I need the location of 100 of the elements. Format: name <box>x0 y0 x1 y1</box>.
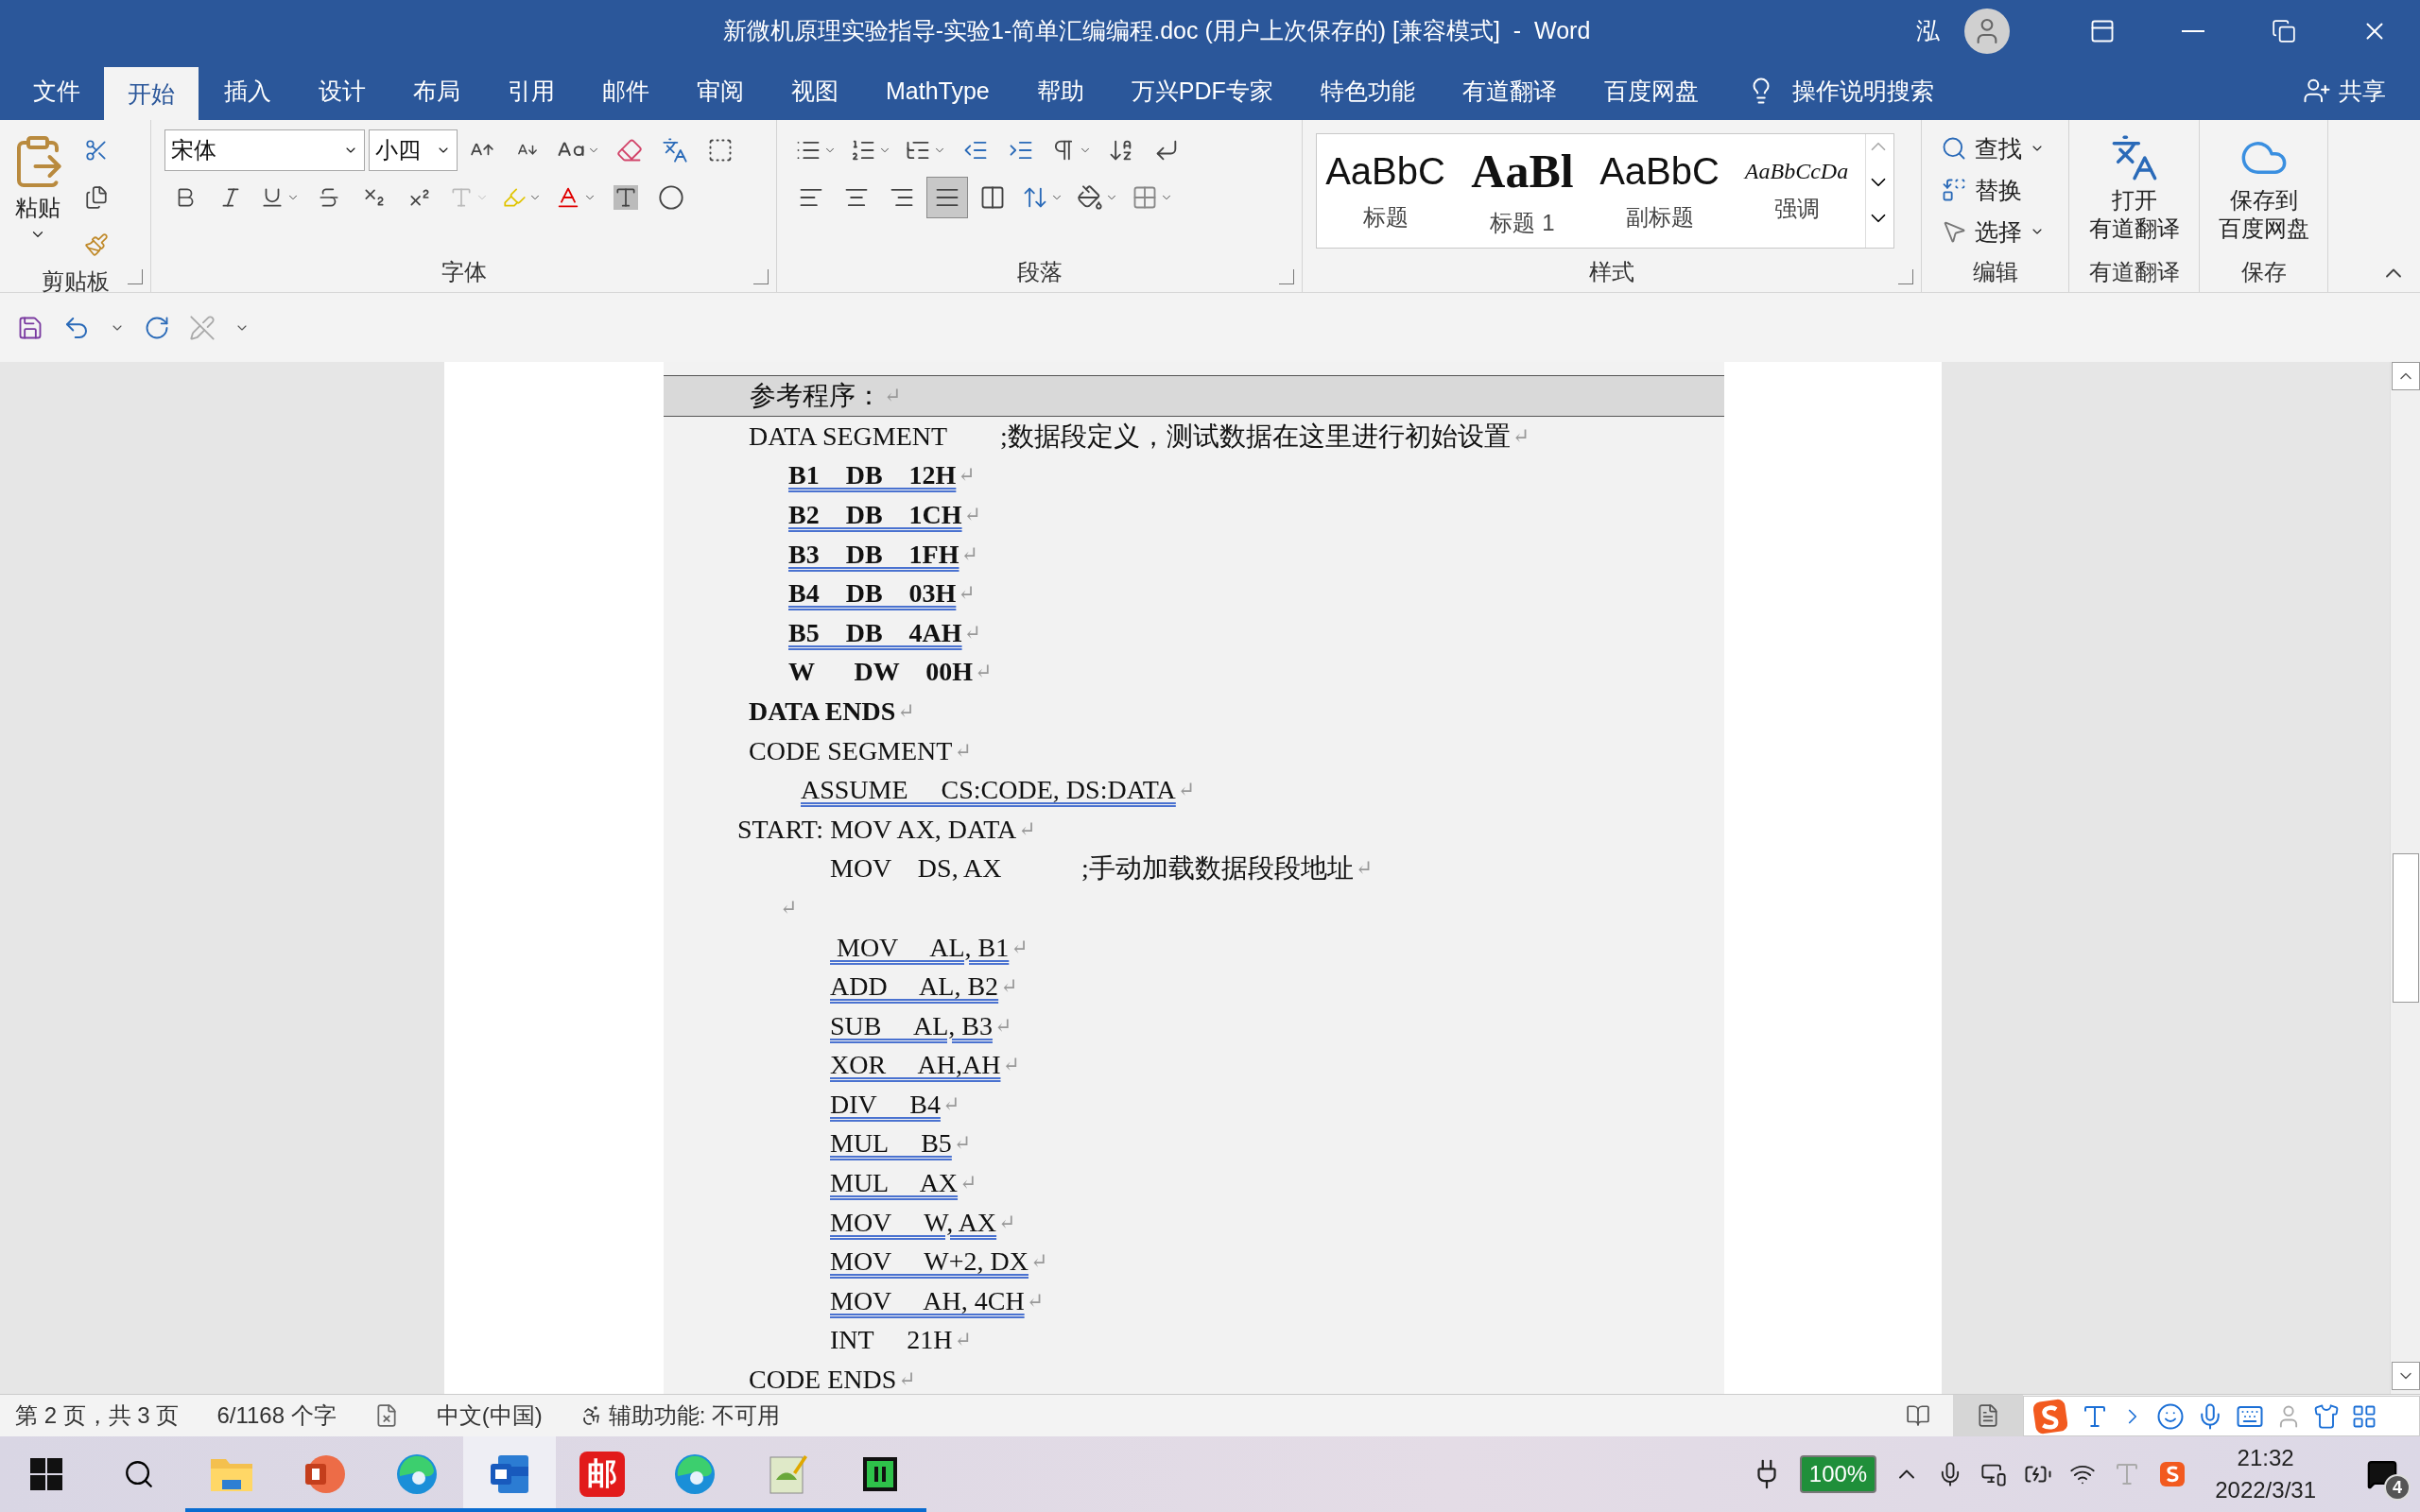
paste-button[interactable]: 粘贴 <box>0 129 76 266</box>
paragraph-mark: ↵ <box>963 620 981 645</box>
paragraph-mark: ↵ <box>959 1171 977 1196</box>
code-line: CODE SEGMENT <box>749 735 953 766</box>
code-line: MOV W, AX <box>830 1207 997 1238</box>
ribbon-tab[interactable]: 引用 <box>484 61 579 120</box>
code-line: W DW 00H <box>788 657 973 688</box>
code-line: SUB AL, B3 <box>830 1010 993 1041</box>
code-line: CODE ENDS <box>749 1365 897 1394</box>
paragraph-mark: ↵ <box>958 581 976 607</box>
paragraph-mark: ↵ <box>1355 856 1374 882</box>
scroll-thumb[interactable] <box>2392 853 2419 1003</box>
ribbon-tab[interactable]: 开始 <box>104 67 199 120</box>
paragraph-mark: ↵ <box>898 1367 916 1393</box>
user-name: 泓 <box>1916 16 1940 45</box>
code-line: ADD AL, B2 <box>830 971 999 1003</box>
accessibility-status[interactable]: 辅助功能: 不可用 <box>579 1400 780 1431</box>
style-option[interactable]: AaBbC 副标题 <box>1591 134 1728 248</box>
code-line: B4 DB 03H <box>788 578 957 610</box>
minimize-icon <box>2182 29 2204 32</box>
language-status: 中文(中国) <box>436 1401 543 1430</box>
scroll-down-button[interactable] <box>2391 1362 2420 1390</box>
justify-button[interactable] <box>926 177 968 218</box>
code-line: DATA ENDS <box>749 696 896 727</box>
group-label: 剪贴板 <box>41 267 110 296</box>
windows-icon <box>30 1458 62 1490</box>
paragraph-mark: ↵ <box>998 1210 1016 1235</box>
ribbon-tab[interactable]: 有道翻译 <box>1438 61 1581 120</box>
dialog-launcher[interactable] <box>128 269 143 284</box>
eraser-icon <box>616 137 643 163</box>
find-button[interactable]: 查找 <box>1935 129 2050 167</box>
style-option[interactable]: AaBl 标题 1 <box>1454 134 1591 248</box>
taskbar-app[interactable]: 邮 <box>556 1436 648 1512</box>
paragraph-mark: ↵ <box>884 384 902 408</box>
paragraph-mark: ↵ <box>1011 935 1028 960</box>
dialog-launcher[interactable] <box>753 269 769 284</box>
ribbon-tab[interactable]: MathType <box>862 61 1013 120</box>
ribbon-tab[interactable]: 百度网盘 <box>1580 61 1722 120</box>
search-icon <box>123 1458 155 1490</box>
code-line: B2 DB 1CH <box>788 500 962 530</box>
ribbon-tab[interactable]: 万兴PDF专家 <box>1107 61 1297 120</box>
style-option[interactable]: AaBbCcDa 强调 <box>1728 134 1865 248</box>
avatar[interactable] <box>1964 8 2010 54</box>
ribbon-tab[interactable]: 视图 <box>768 61 862 120</box>
clock-time[interactable]: 21:32 <box>2237 1442 2294 1474</box>
paragraph-mark: ↵ <box>1030 1249 1048 1275</box>
ime-logo-icon[interactable] <box>2031 1397 2069 1435</box>
paragraph-mark: ↵ <box>963 503 981 527</box>
style-option[interactable]: AaBbC 标题 <box>1317 134 1454 248</box>
paragraph-mark: ↵ <box>953 1131 972 1157</box>
font-name-field[interactable]: 宋体 <box>164 129 365 171</box>
ribbon-tab[interactable]: 布局 <box>389 61 484 120</box>
clock-date[interactable]: 2022/3/31 <box>2215 1474 2316 1506</box>
battery-indicator: 100% <box>1799 1455 1877 1493</box>
font-size-field[interactable]: 小四 <box>369 129 458 171</box>
ime-tray-icon[interactable] <box>2158 1460 2187 1488</box>
code-line: DIV B4 <box>830 1089 941 1120</box>
browser-icon <box>394 1452 440 1497</box>
emoji-icon[interactable] <box>2156 1401 2185 1431</box>
ribbon-tab[interactable]: 特色功能 <box>1296 61 1439 120</box>
replace-button[interactable]: 替换 <box>1935 171 2050 209</box>
ribbon-tab[interactable]: 帮助 <box>1012 61 1108 120</box>
group-label: 编辑 <box>1972 258 2018 286</box>
scroll-up-button[interactable] <box>2391 362 2420 390</box>
window-title: 新微机原理实验指导-实验1-简单汇编编程.doc (用户上次保存的) [兼容模式] - Word <box>721 16 1592 45</box>
page-icon <box>1976 1403 2000 1428</box>
ribbon-tab[interactable]: 插入 <box>200 61 295 120</box>
paragraph-mark: ↵ <box>897 698 915 724</box>
notification-button[interactable]: 4 <box>2344 1436 2420 1512</box>
select-button[interactable]: 选择 <box>1935 213 2050 250</box>
ribbon-tab[interactable]: 设计 <box>295 61 389 120</box>
group-label: 有道翻译 <box>2088 258 2180 286</box>
ribbon-tab[interactable]: 邮件 <box>579 61 673 120</box>
skin-icon[interactable] <box>2313 1402 2340 1430</box>
code-line: XOR AH,AH <box>830 1050 1001 1081</box>
tell-me-search[interactable]: 操作说明搜索 <box>1740 61 1940 120</box>
vertical-scrollbar[interactable] <box>2390 362 2420 1394</box>
ribbon-tab[interactable]: 文件 <box>9 61 104 120</box>
paragraph-mark: ↵ <box>958 463 976 489</box>
code-line: ASSUME CS:CODE, DS:DATA <box>801 775 1176 806</box>
notification-count: 4 <box>2384 1474 2411 1501</box>
save-to-cloud-button[interactable]: 保存到 百度网盘 <box>2208 129 2319 256</box>
dialog-launcher[interactable] <box>1279 269 1294 284</box>
open-translate-button[interactable]: 打开 有道翻译 <box>2079 129 2189 256</box>
paragraph-mark: ↵ <box>1512 423 1530 449</box>
ribbon-tab[interactable]: 审阅 <box>673 61 768 120</box>
dialog-launcher[interactable] <box>1898 269 1913 284</box>
copy-icon <box>84 185 109 210</box>
paint-bucket-icon <box>1077 184 1103 211</box>
group-label: 保存 <box>2240 258 2287 286</box>
code-line: B5 DB 4AH <box>788 617 962 648</box>
distribute-icon <box>979 184 1006 211</box>
code-line: MOV DS, AX <box>830 853 1003 885</box>
paintbrush-icon <box>84 232 109 257</box>
paragraph-mark: ↵ <box>1026 1288 1045 1314</box>
text-effects-icon <box>449 185 474 210</box>
pen-icon <box>189 314 216 341</box>
share-button[interactable]: 共享 <box>2297 61 2392 120</box>
code-line: MOV W+2, DX <box>830 1246 1028 1278</box>
print-layout-button[interactable] <box>1953 1395 2023 1436</box>
